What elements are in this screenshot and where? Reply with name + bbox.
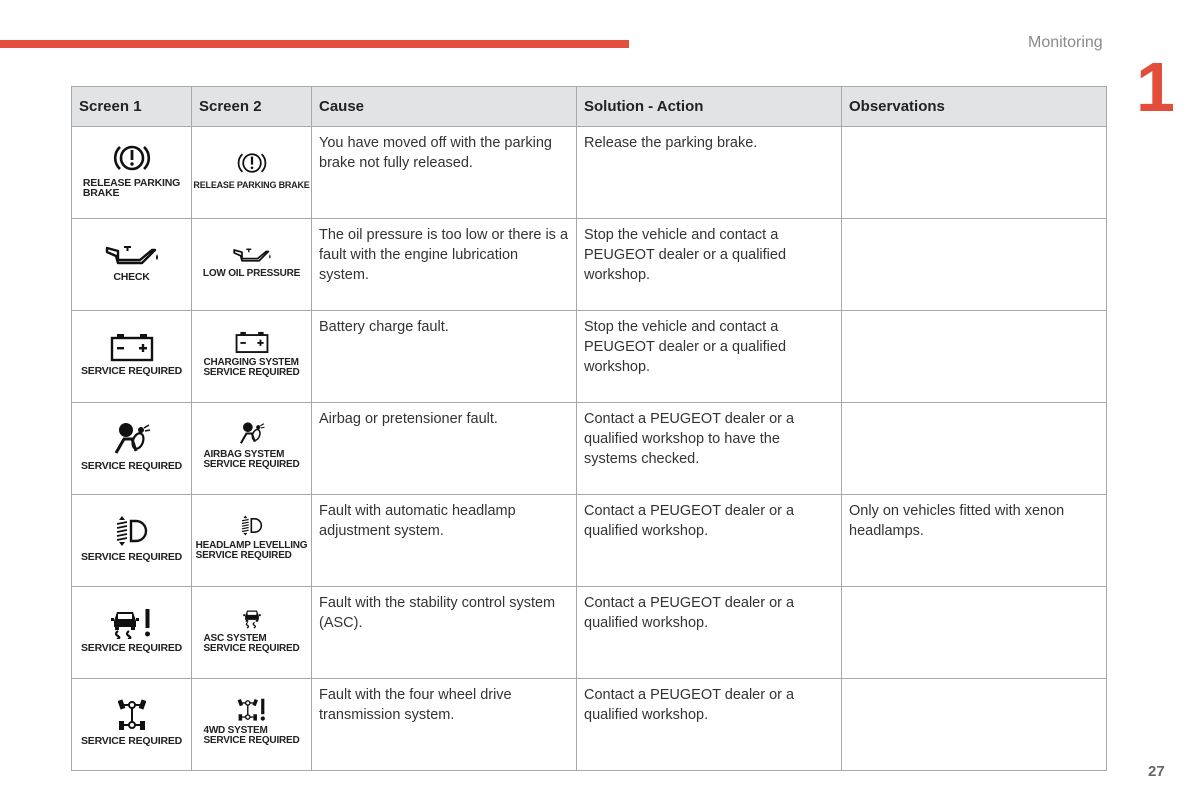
observations-cell <box>841 402 1107 495</box>
screen1-cell: CHECK <box>71 218 192 311</box>
table-row: SERVICE REQUIRED CHARGING SYSTEM SERVICE… <box>71 310 1107 403</box>
screen1-label: RELEASE PARKING BRAKE <box>82 176 181 199</box>
screen1-cell: RELEASE PARKING BRAKE <box>71 126 192 219</box>
header-accent-bar <box>0 40 629 48</box>
screen1-label: SERVICE REQUIRED <box>80 459 183 472</box>
screen1-cell: SERVICE REQUIRED <box>71 402 192 495</box>
header-observations: Observations <box>841 86 1107 127</box>
solution-cell: Stop the vehicle and contact a PEUGEOT d… <box>576 218 842 311</box>
cause-cell: You have moved off with the parking brak… <box>311 126 577 219</box>
headlamp-levelling-icon <box>116 515 147 546</box>
airbag-icon <box>114 422 150 454</box>
battery-icon <box>235 331 268 353</box>
solution-cell: Contact a PEUGEOT dealer or a qualified … <box>576 678 842 771</box>
oil-can-icon <box>232 248 271 262</box>
cause-cell: Airbag or pretensioner fault. <box>311 402 577 495</box>
table-header-row: Screen 1 Screen 2 Cause Solution - Actio… <box>71 86 1107 127</box>
four-wheel-drive-icon <box>237 698 265 721</box>
cause-cell: Fault with the four wheel drive transmis… <box>311 678 577 771</box>
screen2-label: 4WD SYSTEM SERVICE REQUIRED <box>203 724 300 746</box>
chapter-number: 1 <box>1136 48 1175 126</box>
battery-icon <box>110 333 153 361</box>
header-cause: Cause <box>311 86 577 127</box>
screen1-label: CHECK <box>113 270 150 283</box>
cause-cell: Fault with automatic headlamp adjustment… <box>311 494 577 587</box>
solution-cell: Stop the vehicle and contact a PEUGEOT d… <box>576 310 842 403</box>
stability-control-icon <box>110 608 150 639</box>
header-screen-1: Screen 1 <box>71 86 192 127</box>
table-row: CHECK LOW OIL PRESSURE The oil pressure … <box>71 218 1107 311</box>
table-row: RELEASE PARKING BRAKE RELEASE PARKING BR… <box>71 126 1107 219</box>
screen2-cell: AIRBAG SYSTEM SERVICE REQUIRED <box>191 402 312 495</box>
table-row: SERVICE REQUIRED AIRBAG SYSTEM SERVICE R… <box>71 402 1107 495</box>
observations-cell: Only on vehicles fitted with xenon headl… <box>841 494 1107 587</box>
solution-cell: Contact a PEUGEOT dealer or a qualified … <box>576 586 842 679</box>
screen2-label: LOW OIL PRESSURE <box>202 267 301 279</box>
page-number: 27 <box>1148 763 1165 780</box>
parking-brake-warning-icon <box>113 145 150 170</box>
screen1-label: SERVICE REQUIRED <box>80 641 183 654</box>
solution-cell: Contact a PEUGEOT dealer or a qualified … <box>576 402 842 495</box>
screen2-cell: CHARGING SYSTEM SERVICE REQUIRED <box>191 310 312 403</box>
screen1-label: SERVICE REQUIRED <box>80 734 183 747</box>
screen2-cell: ASC SYSTEM SERVICE REQUIRED <box>191 586 312 679</box>
stability-control-icon <box>242 610 261 629</box>
header-screen-2: Screen 2 <box>191 86 312 127</box>
screen2-label: ASC SYSTEM SERVICE REQUIRED <box>203 632 300 654</box>
screen2-cell: HEADLAMP LEVELLING SERVICE REQUIRED <box>191 494 312 587</box>
solution-cell: Contact a PEUGEOT dealer or a qualified … <box>576 494 842 587</box>
section-title: Monitoring <box>1028 34 1103 51</box>
screen2-label: AIRBAG SYSTEM SERVICE REQUIRED <box>203 449 300 470</box>
observations-cell <box>841 310 1107 403</box>
solution-cell: Release the parking brake. <box>576 126 842 219</box>
four-wheel-drive-icon <box>117 698 146 730</box>
parking-brake-warning-icon <box>237 152 266 173</box>
oil-can-icon <box>105 245 158 264</box>
cause-cell: Battery charge fault. <box>311 310 577 403</box>
warning-table: Screen 1 Screen 2 Cause Solution - Actio… <box>71 86 1107 771</box>
table-row: SERVICE REQUIRED HEADLAMP LEVELLING SERV… <box>71 494 1107 587</box>
header-solution: Solution - Action <box>576 86 842 127</box>
screen2-cell: 4WD SYSTEM SERVICE REQUIRED <box>191 678 312 771</box>
table-row: SERVICE REQUIRED 4WD SYSTEM SERVICE REQU… <box>71 678 1107 771</box>
observations-cell <box>841 126 1107 219</box>
observations-cell <box>841 218 1107 311</box>
screen1-label: SERVICE REQUIRED <box>80 364 183 377</box>
cause-cell: Fault with the stability control system … <box>311 586 577 679</box>
observations-cell <box>841 586 1107 679</box>
table-row: SERVICE REQUIRED ASC SYSTEM SERVICE REQU… <box>71 586 1107 679</box>
screen1-label: SERVICE REQUIRED <box>80 550 183 563</box>
screen2-cell: RELEASE PARKING BRAKE <box>191 126 312 219</box>
screen2-label: HEADLAMP LEVELLING SERVICE REQUIRED <box>195 540 308 561</box>
screen1-cell: SERVICE REQUIRED <box>71 586 192 679</box>
observations-cell <box>841 678 1107 771</box>
airbag-icon <box>239 422 265 444</box>
screen2-label: CHARGING SYSTEM SERVICE REQUIRED <box>203 356 300 378</box>
screen1-cell: SERVICE REQUIRED <box>71 494 192 587</box>
screen1-cell: SERVICE REQUIRED <box>71 310 192 403</box>
headlamp-levelling-icon <box>241 515 262 536</box>
screen2-cell: LOW OIL PRESSURE <box>191 218 312 311</box>
cause-cell: The oil pressure is too low or there is … <box>311 218 577 311</box>
screen2-label: RELEASE PARKING BRAKE <box>193 179 310 190</box>
screen1-cell: SERVICE REQUIRED <box>71 678 192 771</box>
